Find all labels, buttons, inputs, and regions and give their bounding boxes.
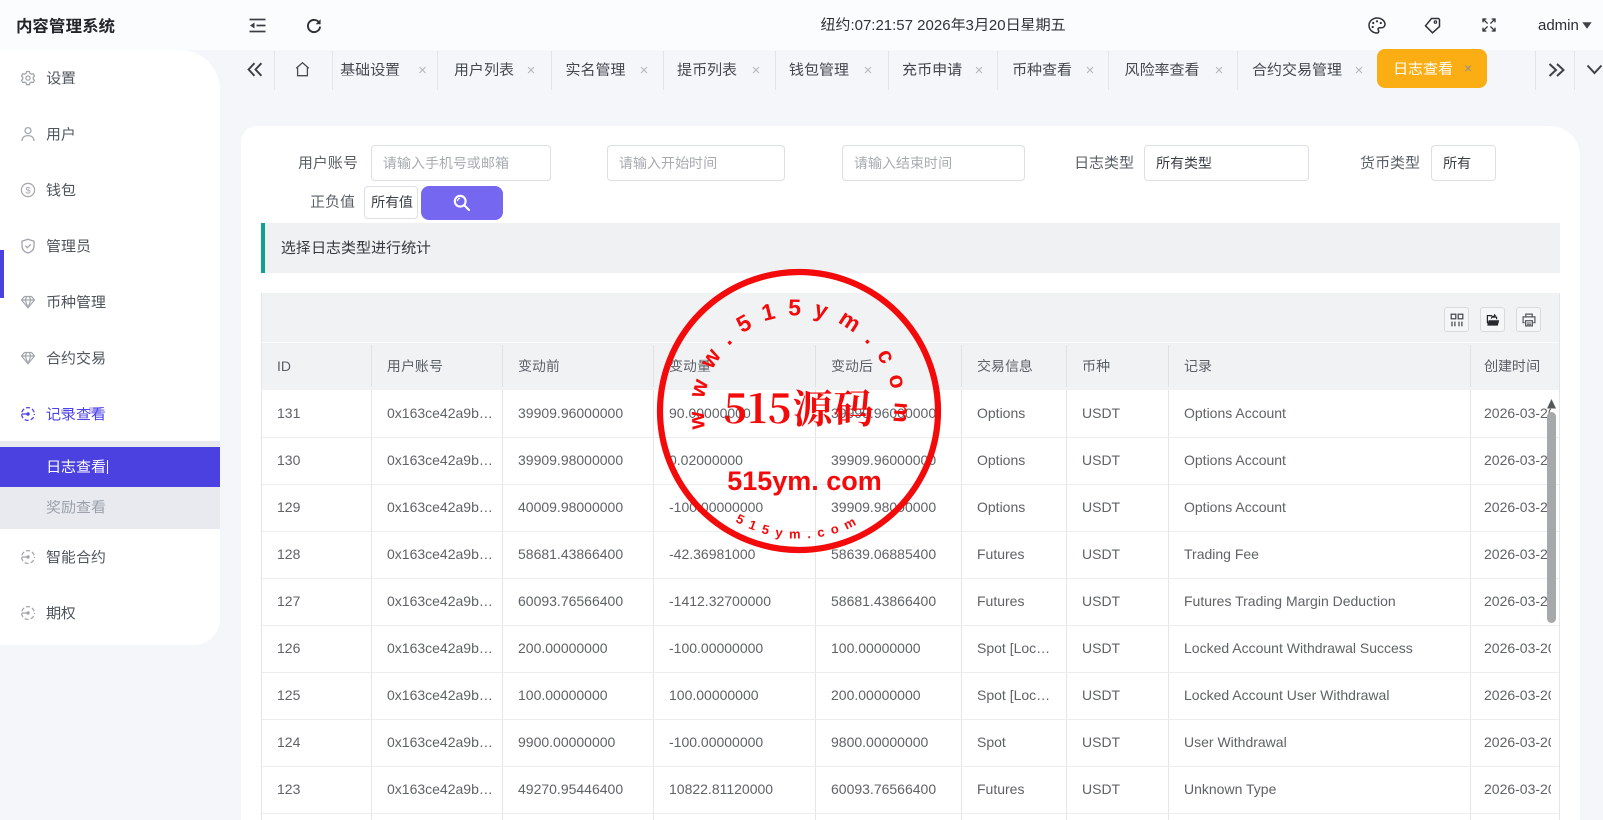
- svg-text:$: $: [25, 185, 31, 196]
- svg-text:515ym.com: 515ym.com: [733, 508, 865, 542]
- svg-text:515ym. com: 515ym. com: [727, 459, 882, 498]
- svg-text:515源码: 515源码: [723, 378, 874, 435]
